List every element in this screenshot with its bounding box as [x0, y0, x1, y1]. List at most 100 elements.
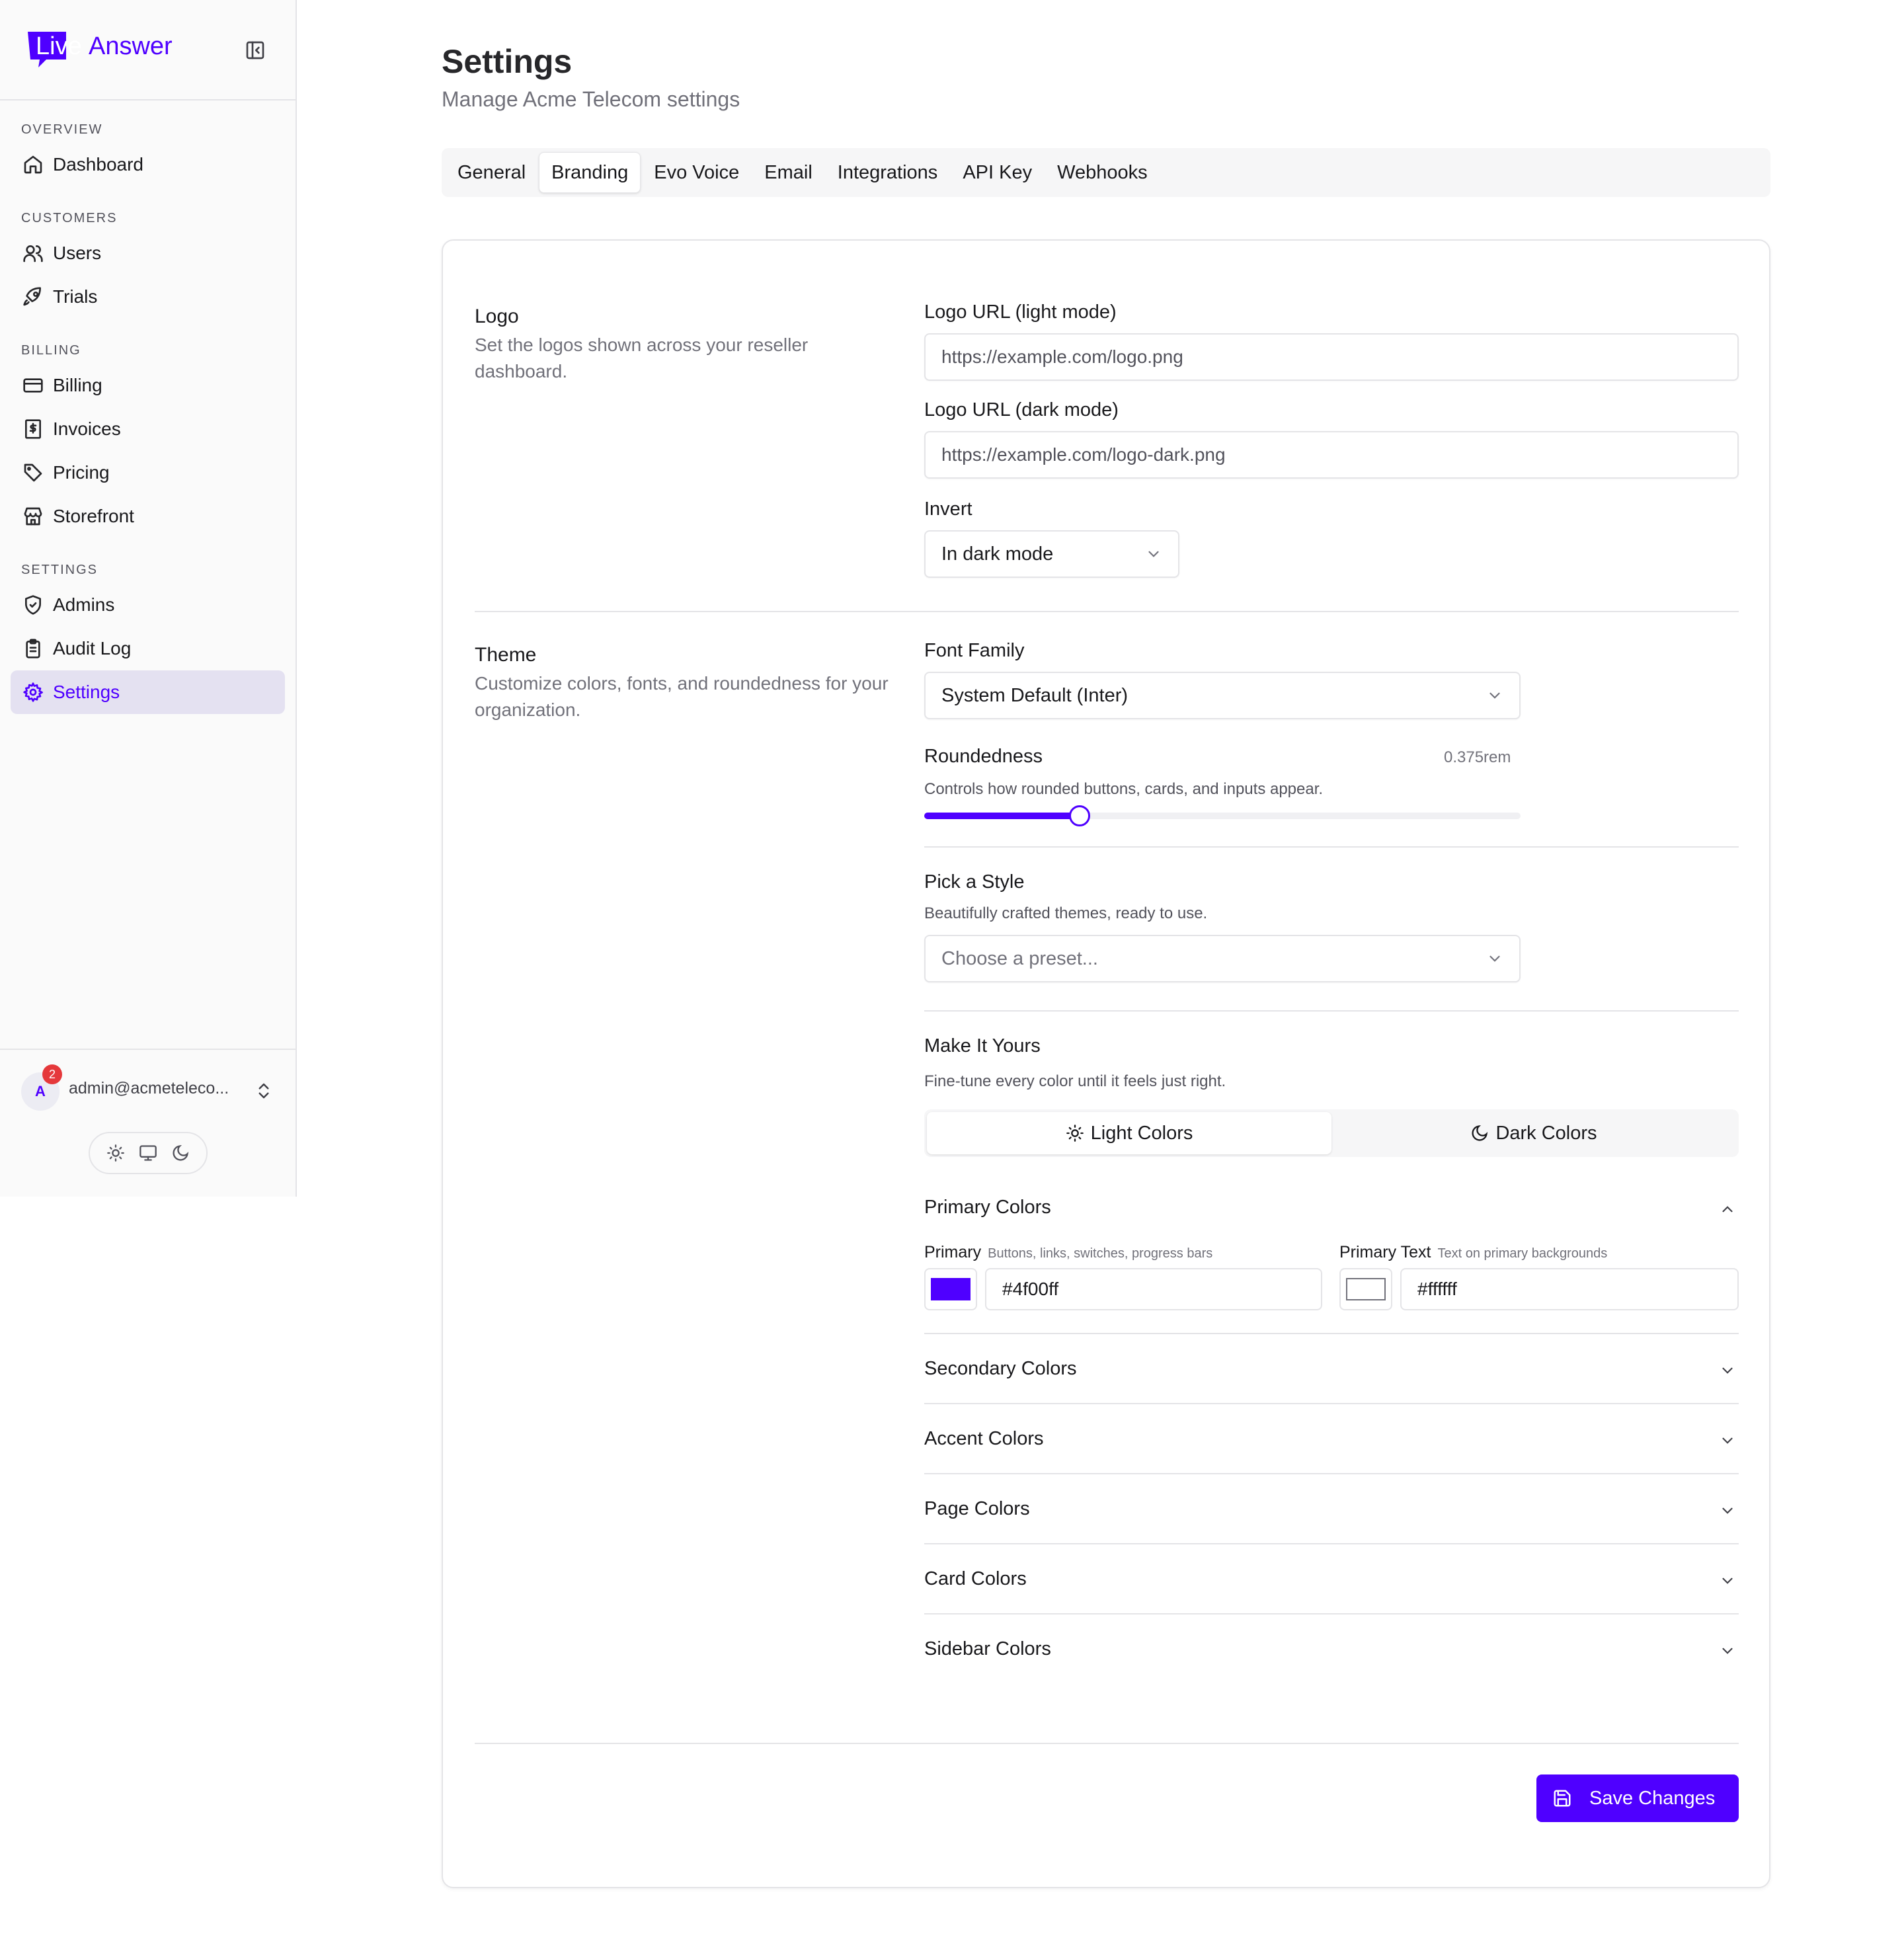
- logo-light-input[interactable]: https://example.com/logo.png: [924, 333, 1739, 381]
- tag-icon: [22, 462, 44, 483]
- tab-branding[interactable]: Branding: [539, 152, 641, 193]
- page-colors-title[interactable]: Page Colors: [924, 1498, 1030, 1520]
- style-preset-select[interactable]: Choose a preset...: [924, 935, 1521, 982]
- tab-general[interactable]: General: [446, 152, 537, 193]
- theme-section-title: Theme: [475, 644, 537, 666]
- font-family-label: Font Family: [924, 640, 1025, 661]
- logo-section-description: Set the logos shown across your reseller…: [475, 335, 809, 381]
- branding-card: Logo Set the logos shown across your res…: [442, 239, 1770, 1888]
- chevron-up-icon[interactable]: [1719, 1201, 1736, 1218]
- slider-fill: [924, 813, 1080, 819]
- style-preset-placeholder: Choose a preset...: [941, 947, 1098, 969]
- section-divider: [924, 846, 1739, 848]
- logo-dark-label: Logo URL (dark mode): [924, 399, 1119, 420]
- nav-group-settings: SETTINGS: [21, 563, 99, 577]
- user-email[interactable]: admin@acmeteleco...: [69, 1079, 229, 1098]
- color-mode-toggle: Light Colors Dark Colors: [924, 1109, 1739, 1157]
- sidebar-colors-title[interactable]: Sidebar Colors: [924, 1638, 1051, 1660]
- section-divider: [475, 611, 1739, 612]
- accent-colors-title[interactable]: Accent Colors: [924, 1428, 1044, 1450]
- sidebar: Live Answer OVERVIEW Dashboard CUSTOMERS…: [0, 0, 297, 1197]
- secondary-colors-title[interactable]: Secondary Colors: [924, 1358, 1077, 1380]
- primary-text-color-picker[interactable]: [1339, 1268, 1392, 1310]
- chevron-down-icon: [1486, 950, 1503, 967]
- sidebar-item-admins[interactable]: Admins: [11, 583, 285, 627]
- logo-dark-input[interactable]: https://example.com/logo-dark.png: [924, 431, 1739, 479]
- tab-integrations[interactable]: Integrations: [826, 152, 950, 193]
- sun-icon[interactable]: [106, 1144, 125, 1162]
- card-colors-title[interactable]: Card Colors: [924, 1568, 1027, 1590]
- monitor-icon[interactable]: [139, 1144, 157, 1162]
- brand-header: Live Answer: [0, 0, 296, 100]
- roundedness-label: Roundedness: [924, 746, 1043, 767]
- sidebar-item-users[interactable]: Users: [11, 231, 285, 275]
- save-icon: [1552, 1788, 1572, 1808]
- save-changes-label: Save Changes: [1589, 1787, 1716, 1809]
- rocket-icon: [22, 286, 44, 307]
- font-family-value: System Default (Inter): [941, 684, 1129, 706]
- save-changes-button[interactable]: Save Changes: [1536, 1774, 1739, 1822]
- credit-card-icon: [22, 375, 44, 396]
- roundedness-slider[interactable]: [924, 803, 1521, 829]
- nav-group-billing: BILLING: [21, 343, 81, 358]
- roundedness-value: 0.375rem: [1444, 748, 1511, 766]
- chevrons-up-down-icon[interactable]: [254, 1079, 274, 1103]
- liveanswer-logo[interactable]: Live Answer: [26, 29, 185, 71]
- chevron-down-icon[interactable]: [1719, 1502, 1736, 1519]
- moon-icon[interactable]: [171, 1144, 190, 1162]
- users-icon: [22, 243, 44, 264]
- nav-group-overview: OVERVIEW: [21, 122, 103, 137]
- chevron-down-icon[interactable]: [1719, 1572, 1736, 1589]
- sidebar-item-settings[interactable]: Settings: [11, 670, 285, 714]
- user-menu[interactable]: A 2 admin@acmeteleco...: [0, 1049, 297, 1197]
- home-icon: [22, 154, 44, 175]
- theme-section-description: Customize colors, fonts, and roundedness…: [475, 673, 889, 720]
- sidebar-item-label: Pricing: [53, 462, 110, 483]
- primary-color-input[interactable]: #4f00ff: [985, 1268, 1322, 1310]
- tab-api-key[interactable]: API Key: [951, 152, 1044, 193]
- sidebar-item-trials[interactable]: Trials: [11, 275, 285, 319]
- footer-divider: [475, 1743, 1739, 1744]
- shield-icon: [22, 594, 44, 616]
- invert-select-value: In dark mode: [941, 543, 1054, 565]
- sidebar-item-audit-log[interactable]: Audit Log: [11, 627, 285, 670]
- section-divider: [924, 1473, 1739, 1474]
- page-subtitle: Manage Acme Telecom settings: [442, 87, 740, 111]
- sidebar-item-storefront[interactable]: Storefront: [11, 495, 285, 538]
- dark-colors-tab[interactable]: Dark Colors: [1331, 1112, 1736, 1154]
- chevron-down-icon[interactable]: [1719, 1642, 1736, 1659]
- clipboard-icon: [22, 638, 44, 659]
- chevron-down-icon: [1145, 545, 1162, 563]
- primary-text-color-label: Primary Text Text on primary backgrounds: [1339, 1243, 1607, 1262]
- sidebar-item-label: Dashboard: [53, 154, 143, 175]
- section-divider: [924, 1333, 1739, 1334]
- tab-webhooks[interactable]: Webhooks: [1045, 152, 1160, 193]
- font-family-select[interactable]: System Default (Inter): [924, 672, 1521, 719]
- sidebar-item-billing[interactable]: Billing: [11, 364, 285, 407]
- primary-color-label: Primary Buttons, links, switches, progres…: [924, 1243, 1212, 1262]
- light-colors-label: Light Colors: [1090, 1122, 1193, 1144]
- sidebar-item-dashboard[interactable]: Dashboard: [11, 143, 285, 186]
- slider-thumb[interactable]: [1069, 805, 1090, 826]
- chevron-down-icon[interactable]: [1719, 1432, 1736, 1449]
- sidebar-toggle-icon[interactable]: [245, 40, 266, 61]
- gear-icon: [22, 682, 44, 703]
- tab-email[interactable]: Email: [752, 152, 824, 193]
- light-colors-tab[interactable]: Light Colors: [927, 1112, 1331, 1154]
- chevron-down-icon[interactable]: [1719, 1362, 1736, 1379]
- sidebar-item-pricing[interactable]: Pricing: [11, 451, 285, 495]
- invert-select[interactable]: In dark mode: [924, 530, 1179, 578]
- make-it-yours-description: Fine-tune every color until it feels jus…: [924, 1072, 1226, 1090]
- section-divider: [924, 1613, 1739, 1614]
- section-divider: [924, 1403, 1739, 1404]
- pick-style-label: Pick a Style: [924, 871, 1025, 893]
- tab-evo-voice[interactable]: Evo Voice: [642, 152, 751, 193]
- section-divider: [924, 1010, 1739, 1012]
- sidebar-item-label: Trials: [53, 286, 98, 307]
- page-title: Settings: [442, 43, 573, 80]
- primary-colors-title[interactable]: Primary Colors: [924, 1197, 1051, 1218]
- store-icon: [22, 506, 44, 527]
- primary-text-color-input[interactable]: #ffffff: [1400, 1268, 1739, 1310]
- primary-color-picker[interactable]: [924, 1268, 977, 1310]
- sidebar-item-invoices[interactable]: Invoices: [11, 407, 285, 451]
